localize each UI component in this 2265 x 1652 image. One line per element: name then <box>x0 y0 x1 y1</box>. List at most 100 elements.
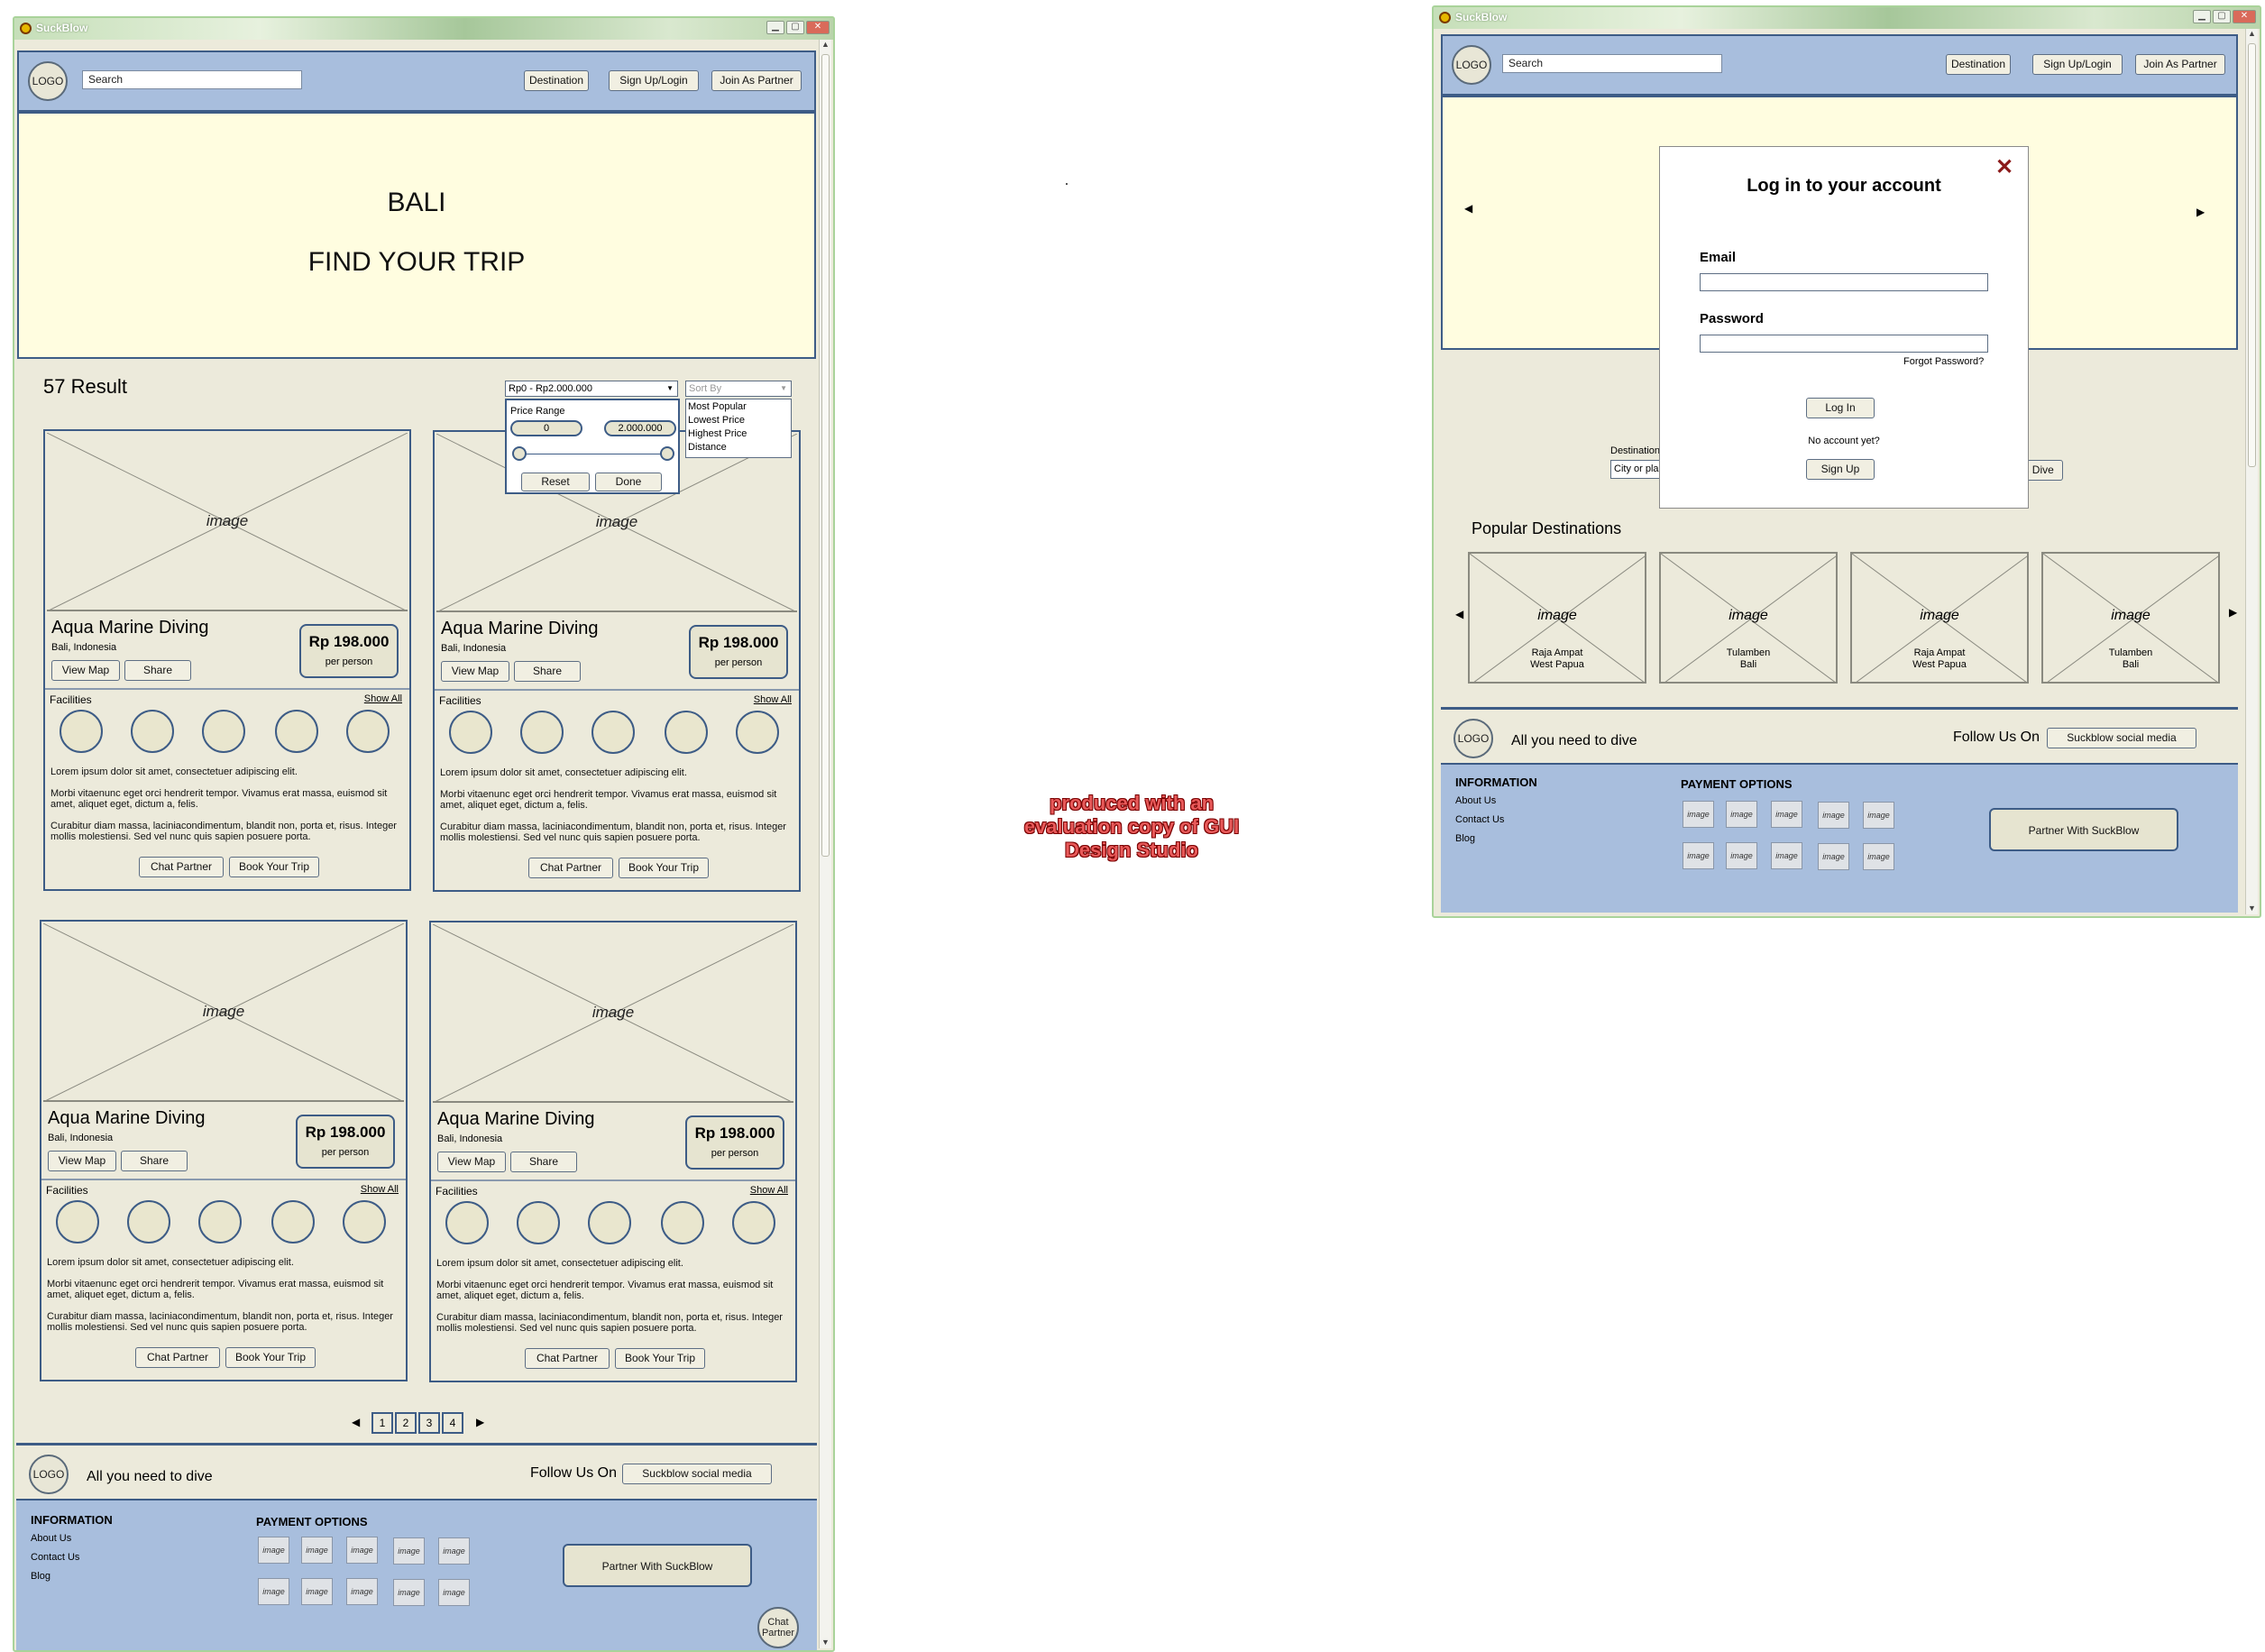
destinations-next-icon[interactable]: ▶ <box>2229 606 2237 619</box>
sort-by-select[interactable]: Sort By ▼ <box>685 381 792 397</box>
carousel-prev-icon[interactable]: ◀ <box>1464 202 1472 215</box>
chat-partner-button[interactable]: Chat Partner <box>528 858 613 878</box>
carousel-next-icon[interactable]: ▶ <box>2196 206 2205 218</box>
book-trip-button[interactable]: Book Your Trip <box>615 1348 705 1369</box>
logo[interactable]: LOGO <box>1452 45 1491 85</box>
sort-option[interactable]: Lowest Price <box>688 415 745 426</box>
scroll-up-arrow[interactable]: ▲ <box>820 40 831 50</box>
scrollbar-thumb[interactable] <box>821 54 830 857</box>
minimize-button[interactable]: ▁ <box>2193 10 2211 23</box>
facility-icon <box>198 1200 242 1244</box>
reset-button[interactable]: Reset <box>521 473 590 491</box>
destination-card[interactable]: image Raja Ampat West Papua <box>1468 552 1646 684</box>
footer-link-about[interactable]: About Us <box>1455 795 1496 806</box>
description-paragraph: Lorem ipsum dolor sit amet, consectetuer… <box>436 1258 683 1269</box>
footer-logo[interactable]: LOGO <box>29 1455 69 1494</box>
destinations-prev-icon[interactable]: ◀ <box>1455 608 1463 620</box>
logo[interactable]: LOGO <box>28 61 68 101</box>
vertical-scrollbar[interactable]: ▲ ▼ <box>2245 29 2258 914</box>
book-trip-button[interactable]: Book Your Trip <box>229 857 319 877</box>
chat-partner-button[interactable]: Chat Partner <box>525 1348 610 1369</box>
page-button[interactable]: 4 <box>442 1412 463 1434</box>
footer-link-about[interactable]: About Us <box>31 1533 71 1544</box>
book-trip-button[interactable]: Book Your Trip <box>619 858 709 878</box>
destination-card[interactable]: image Tulamben Bali <box>1659 552 1838 684</box>
chat-partner-button[interactable]: Chat Partner <box>135 1347 220 1368</box>
social-media-button[interactable]: Suckblow social media <box>2047 728 2196 748</box>
facilities-label: Facilities <box>439 694 481 707</box>
view-map-button[interactable]: View Map <box>437 1152 506 1172</box>
footer-link-blog[interactable]: Blog <box>1455 833 1475 844</box>
footer-logo[interactable]: LOGO <box>1453 719 1493 758</box>
next-page-arrow-icon[interactable]: ▶ <box>476 1416 484 1428</box>
description-paragraph: Morbi vitaenunc eget orci hendrerit temp… <box>440 789 777 811</box>
join-partner-button[interactable]: Join As Partner <box>2135 54 2225 75</box>
footer-link-contact[interactable]: Contact Us <box>31 1552 79 1563</box>
minimize-button[interactable]: ▁ <box>766 21 784 34</box>
email-field[interactable] <box>1700 273 1988 291</box>
chat-partner-button[interactable]: Chat Partner <box>139 857 224 877</box>
share-button[interactable]: Share <box>510 1152 577 1172</box>
signup-login-button[interactable]: Sign Up/Login <box>2032 54 2123 75</box>
price-range-panel: Price Range 0 2.000.000 Reset Done <box>505 399 680 494</box>
chat-partner-bubble[interactable]: Chat Partner <box>757 1607 799 1648</box>
maximize-button[interactable]: ▢ <box>786 21 804 34</box>
show-all-link[interactable]: Show All <box>750 1185 788 1196</box>
scroll-down-arrow[interactable]: ▼ <box>820 1638 831 1648</box>
page-button[interactable]: 1 <box>371 1412 393 1434</box>
forgot-password-link[interactable]: Forgot Password? <box>1903 356 1984 367</box>
social-media-button[interactable]: Suckblow social media <box>622 1464 772 1484</box>
join-partner-button[interactable]: Join As Partner <box>711 70 802 91</box>
signup-login-button[interactable]: Sign Up/Login <box>609 70 699 91</box>
price-range-select[interactable]: Rp0 - Rp2.000.000 ▼ <box>505 381 678 397</box>
partner-with-button[interactable]: Partner With SuckBlow <box>563 1544 752 1587</box>
destination-input-placeholder: City or pla <box>1614 463 1659 474</box>
slider-max-handle[interactable] <box>660 446 674 461</box>
login-button[interactable]: Log In <box>1806 398 1875 418</box>
sort-option[interactable]: Most Popular <box>688 401 747 412</box>
page-button[interactable]: 2 <box>395 1412 417 1434</box>
close-button[interactable]: ✕ <box>2233 10 2256 23</box>
close-button[interactable]: ✕ <box>806 21 830 34</box>
min-price-input[interactable]: 0 <box>510 420 582 436</box>
scroll-down-arrow[interactable]: ▼ <box>2246 904 2258 914</box>
hero-title: BALI <box>387 188 446 217</box>
destination-button[interactable]: Destination <box>1946 54 2011 75</box>
partner-with-button[interactable]: Partner With SuckBlow <box>1989 808 2178 851</box>
view-map-button[interactable]: View Map <box>48 1151 116 1171</box>
prev-page-arrow-icon[interactable]: ◀ <box>352 1416 360 1428</box>
share-button[interactable]: Share <box>124 660 191 681</box>
show-all-link[interactable]: Show All <box>754 694 792 705</box>
image-placeholder-label: image <box>595 513 638 530</box>
destination-button[interactable]: Destination <box>524 70 589 91</box>
show-all-link[interactable]: Show All <box>361 1184 399 1195</box>
share-button[interactable]: Share <box>514 661 581 682</box>
scrollbar-thumb[interactable] <box>2248 43 2256 467</box>
vertical-scrollbar[interactable]: ▲ ▼ <box>819 40 831 1648</box>
sort-option[interactable]: Distance <box>688 442 727 453</box>
scroll-up-arrow[interactable]: ▲ <box>2246 29 2258 40</box>
search-input[interactable]: Search <box>1502 54 1722 73</box>
view-map-button[interactable]: View Map <box>441 661 509 682</box>
view-map-button[interactable]: View Map <box>51 660 120 681</box>
card-title: Aqua Marine Diving <box>441 619 599 638</box>
sort-option[interactable]: Highest Price <box>688 428 747 439</box>
share-button[interactable]: Share <box>121 1151 188 1171</box>
book-trip-button[interactable]: Book Your Trip <box>225 1347 316 1368</box>
price-value: Rp 198.000 <box>698 634 779 651</box>
signup-button[interactable]: Sign Up <box>1806 459 1875 480</box>
payment-logo: image <box>301 1578 333 1605</box>
done-button[interactable]: Done <box>595 473 662 491</box>
destination-input[interactable]: City or pla <box>1610 460 1664 479</box>
page-button[interactable]: 3 <box>418 1412 440 1434</box>
password-field[interactable] <box>1700 335 1988 353</box>
slider-min-handle[interactable] <box>512 446 527 461</box>
search-input[interactable]: Search <box>82 70 302 89</box>
max-price-input[interactable]: 2.000.000 <box>604 420 676 436</box>
footer-link-contact[interactable]: Contact Us <box>1455 814 1504 825</box>
footer-link-blog[interactable]: Blog <box>31 1571 50 1582</box>
maximize-button[interactable]: ▢ <box>2213 10 2231 23</box>
destination-card[interactable]: image Tulamben Bali <box>2041 552 2220 684</box>
destination-card[interactable]: image Raja Ampat West Papua <box>1850 552 2029 684</box>
show-all-link[interactable]: Show All <box>364 693 402 704</box>
